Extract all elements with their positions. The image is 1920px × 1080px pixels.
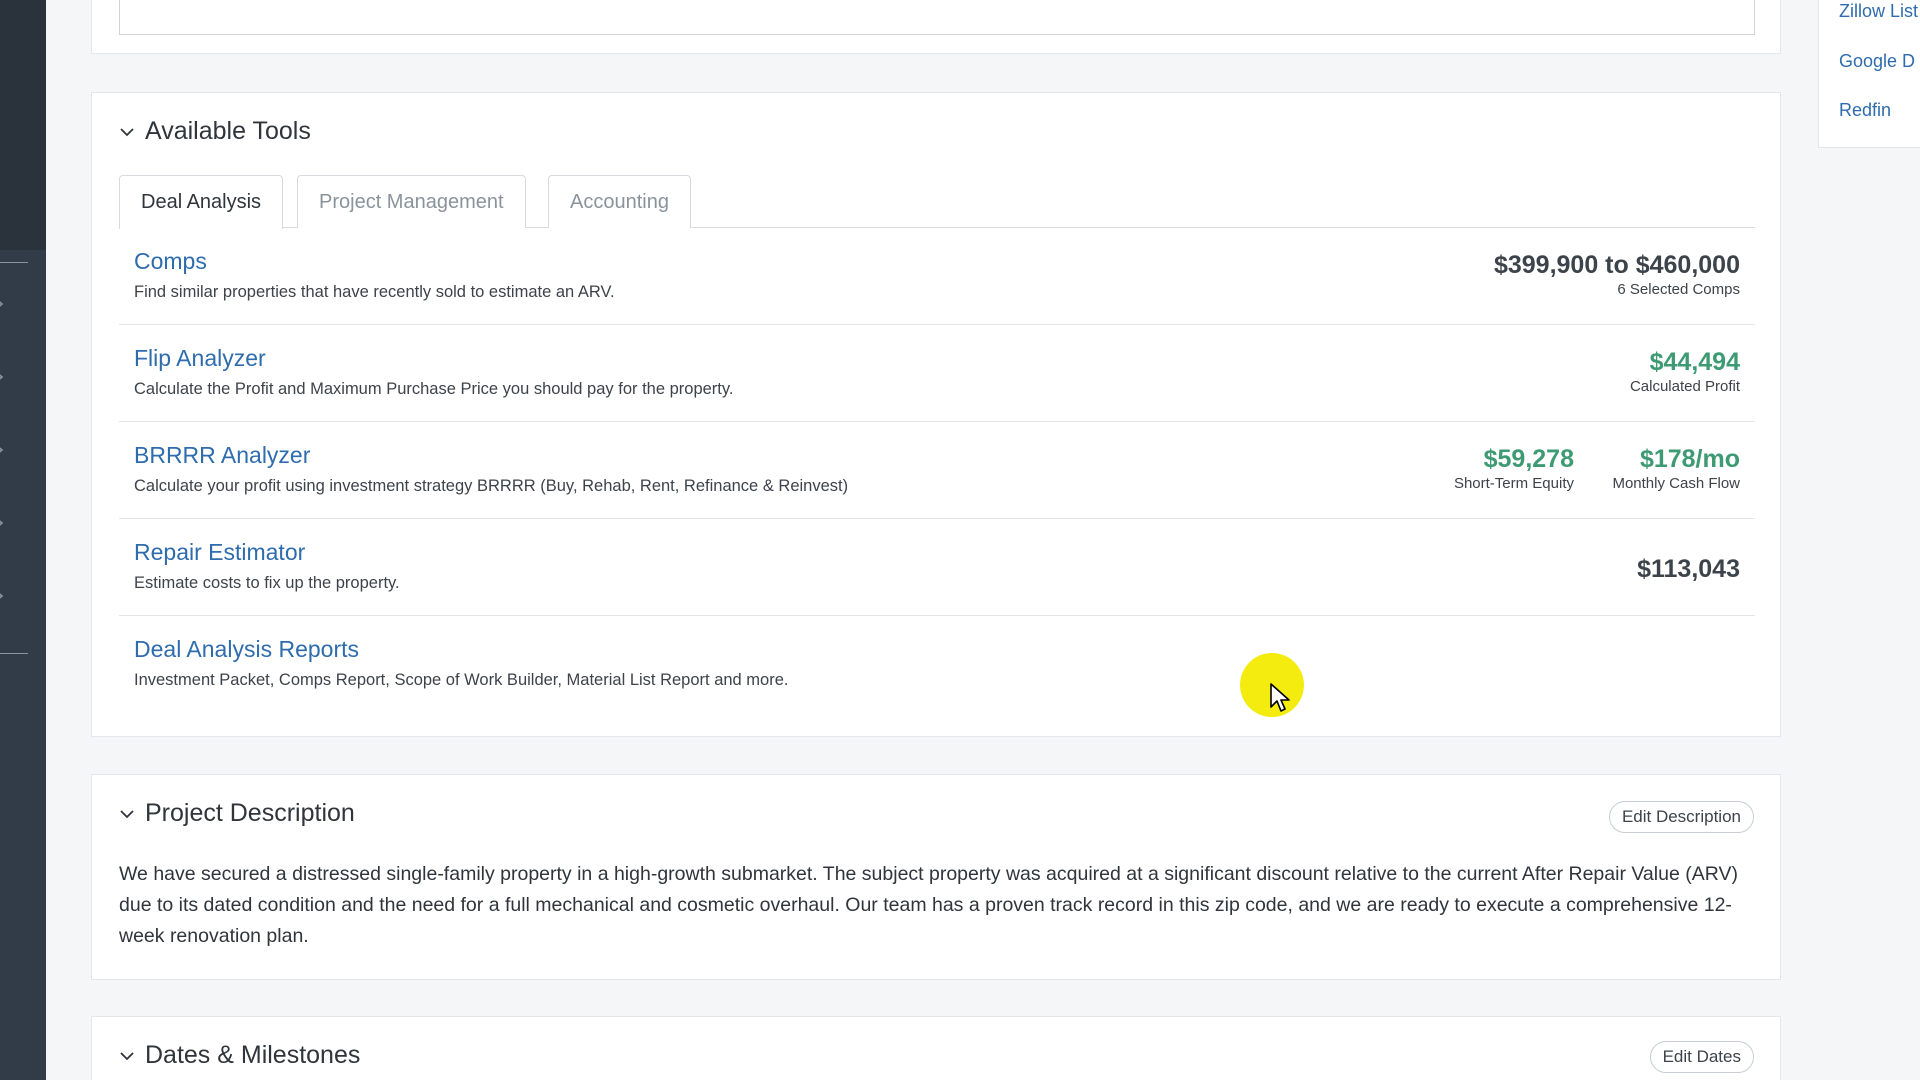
sidebar-header-block: [0, 0, 46, 250]
tool-link-repair-estimator[interactable]: Repair Estimator: [134, 539, 305, 566]
brrrr-cashflow-metric: $178/mo Monthly Cash Flow: [1612, 445, 1740, 492]
tool-link-flip-analyzer[interactable]: Flip Analyzer: [134, 345, 266, 372]
available-tools-card: Available Tools Deal Analysis Project Ma…: [91, 92, 1781, 737]
tool-link-deal-analysis-reports[interactable]: Deal Analysis Reports: [134, 636, 359, 663]
sidebar-chevron-icon[interactable]: [0, 371, 6, 383]
tool-row-repair-estimator: Repair Estimator Estimate costs to fix u…: [119, 519, 1755, 616]
tools-tabs: Deal Analysis Project Management Account…: [119, 175, 1755, 229]
metric-value: $113,043: [1637, 555, 1740, 583]
dates-milestones-card: Dates & Milestones Edit Dates: [91, 1016, 1781, 1080]
edit-dates-button[interactable]: Edit Dates: [1649, 1041, 1754, 1073]
tool-description: Find similar properties that have recent…: [134, 283, 615, 301]
tool-row-flip-analyzer: Flip Analyzer Calculate the Profit and M…: [119, 325, 1755, 422]
metric-value: $178/mo: [1639, 445, 1740, 473]
tool-row-brrrr-analyzer: BRRRR Analyzer Calculate your profit usi…: [119, 422, 1755, 519]
metric-label: Short-Term Equity: [1453, 475, 1574, 492]
brrrr-equity-metric: $59,278 Short-Term Equity: [1454, 445, 1574, 492]
repair-metric: $113,043: [1637, 555, 1740, 584]
metric-label: Calculated Profit: [1629, 378, 1740, 395]
left-sidebar: [0, 0, 46, 1080]
flip-metric: $44,494 Calculated Profit: [1630, 348, 1740, 395]
project-description-card: Project Description Edit Description We …: [91, 774, 1781, 980]
edit-description-button[interactable]: Edit Description: [1608, 801, 1754, 833]
redfin-link[interactable]: Redfin: [1839, 100, 1891, 121]
google-link[interactable]: Google D: [1839, 51, 1915, 72]
metric-label: Monthly Cash Flow: [1612, 475, 1740, 492]
tool-row-comps: Comps Find similar properties that have …: [119, 228, 1755, 325]
tool-description: Investment Packet, Comps Report, Scope o…: [134, 671, 789, 689]
mouse-pointer-icon: [1270, 683, 1290, 712]
comps-metric: $399,900 to $460,000 6 Selected Comps: [1494, 251, 1740, 298]
project-description-text: We have secured a distressed single-fami…: [119, 863, 1738, 947]
section-title: Dates & Milestones: [145, 1041, 361, 1069]
sidebar-divider: [0, 262, 28, 263]
tool-description: Calculate your profit using investment s…: [134, 477, 849, 495]
section-title: Available Tools: [145, 117, 311, 145]
sidebar-chevron-icon[interactable]: [0, 444, 6, 456]
metric-label: 6 Selected Comps: [1617, 281, 1740, 298]
tool-description: Calculate the Profit and Maximum Purchas…: [134, 380, 734, 398]
metric-value: $59,278: [1483, 445, 1574, 473]
metric-value: $399,900 to $460,000: [1493, 251, 1740, 279]
text-input-box[interactable]: [119, 0, 1755, 35]
dates-milestones-header[interactable]: Dates & Milestones: [119, 1041, 360, 1070]
available-tools-header[interactable]: Available Tools: [119, 117, 311, 146]
tab-project-management[interactable]: Project Management: [297, 175, 526, 228]
sidebar-chevron-icon[interactable]: [0, 590, 6, 602]
tool-link-brrrr-analyzer[interactable]: BRRRR Analyzer: [134, 442, 310, 469]
external-links-panel: Zillow List Google D Redfin: [1818, 0, 1920, 148]
sidebar-chevron-icon[interactable]: [0, 298, 6, 310]
sidebar-chevron-icon[interactable]: [0, 517, 6, 529]
section-title: Project Description: [145, 799, 355, 827]
metric-value: $44,494: [1649, 348, 1740, 376]
tab-accounting[interactable]: Accounting: [548, 175, 691, 228]
sidebar-divider: [0, 653, 28, 654]
chevron-down-icon[interactable]: [119, 1048, 135, 1064]
zillow-link[interactable]: Zillow List: [1839, 1, 1918, 22]
tab-deal-analysis[interactable]: Deal Analysis: [119, 175, 284, 229]
tool-link-comps[interactable]: Comps: [134, 248, 207, 275]
top-card: [91, 0, 1781, 54]
chevron-down-icon[interactable]: [119, 806, 135, 822]
tool-row-deal-analysis-reports: Deal Analysis Reports Investment Packet,…: [119, 616, 1755, 713]
chevron-down-icon[interactable]: [119, 124, 135, 140]
project-description-header[interactable]: Project Description: [119, 799, 355, 828]
tool-description: Estimate costs to fix up the property.: [134, 574, 400, 592]
